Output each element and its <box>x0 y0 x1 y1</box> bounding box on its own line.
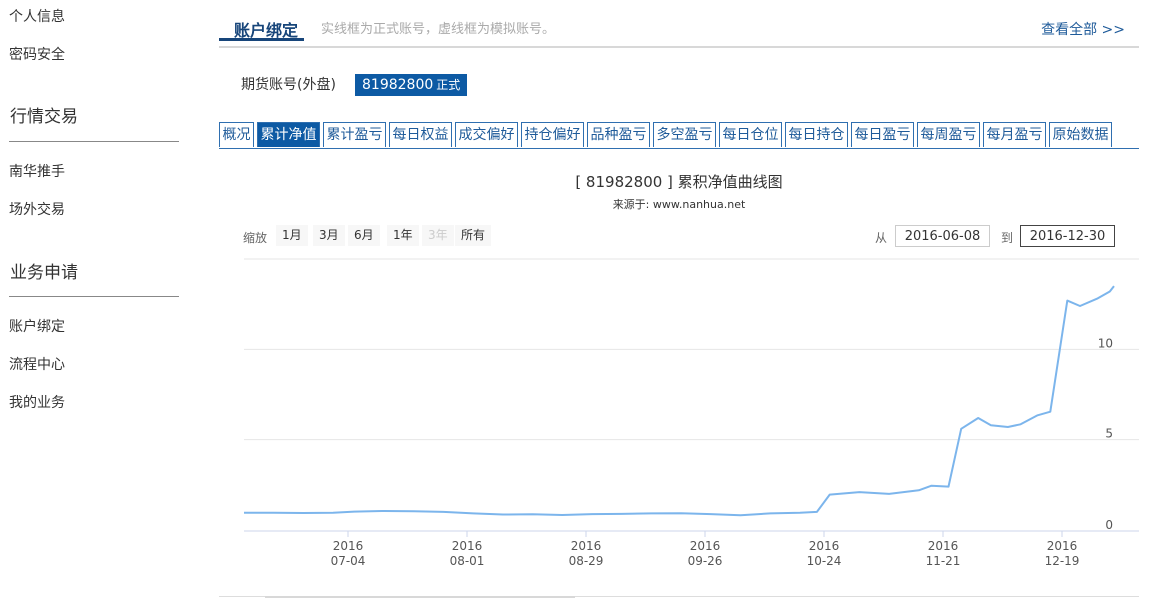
y-tick-label: 5 <box>1105 427 1113 441</box>
navigator-handle[interactable] <box>265 596 575 598</box>
x-tick-date: 08-29 <box>569 554 604 568</box>
x-tick-date: 10-24 <box>807 554 842 568</box>
x-tick-year: 2016 <box>452 539 483 553</box>
x-tick-date: 12-19 <box>1045 554 1080 568</box>
x-tick-year: 2016 <box>690 539 721 553</box>
x-tick-date: 09-26 <box>688 554 723 568</box>
x-tick-date: 11-21 <box>926 554 961 568</box>
series-line <box>243 285 1115 517</box>
x-tick-year: 2016 <box>571 539 602 553</box>
x-tick-year: 2016 <box>1047 539 1078 553</box>
x-tick-year: 2016 <box>928 539 959 553</box>
x-tick-year: 2016 <box>333 539 364 553</box>
x-tick-date: 08-01 <box>450 554 485 568</box>
nav-line-chart: 0510201607-04201608-01201608-29201609-26… <box>243 258 1139 568</box>
x-tick-year: 2016 <box>809 539 840 553</box>
y-tick-label: 10 <box>1098 336 1113 350</box>
x-tick-date: 07-04 <box>331 554 366 568</box>
y-tick-label: 0 <box>1105 518 1113 532</box>
